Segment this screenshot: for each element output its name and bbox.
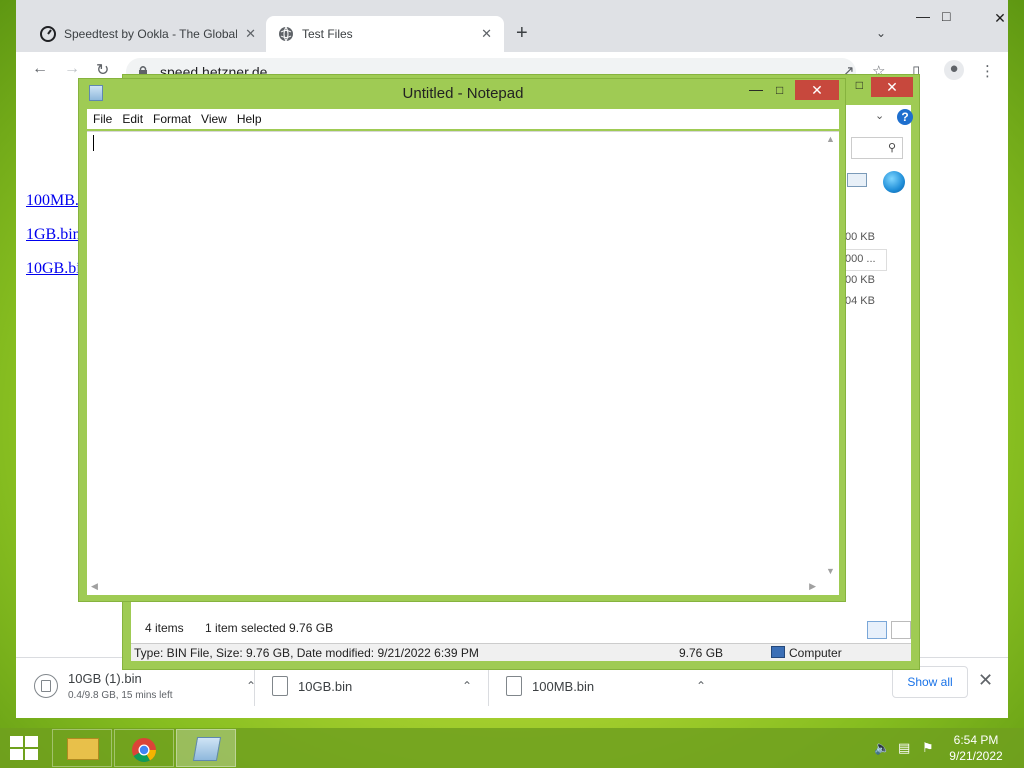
close-window-icon[interactable]: ✕ bbox=[980, 10, 1020, 27]
item-count: 4 items bbox=[145, 621, 184, 635]
chevron-up-icon[interactable]: ⌃ bbox=[462, 679, 472, 693]
vertical-scrollbar[interactable]: ▲ ▼ bbox=[822, 132, 839, 578]
menu-edit[interactable]: Edit bbox=[122, 112, 143, 126]
clock-date: 9/21/2022 bbox=[949, 749, 1003, 763]
tab-title: Speedtest by Ookla - The Global Broadban… bbox=[64, 27, 238, 41]
menu-bar: File Edit Format View Help bbox=[87, 109, 839, 129]
volume-muted-icon[interactable]: 🔈 bbox=[874, 740, 890, 756]
details-bar: Type: BIN File, Size: 9.76 GB, Date modi… bbox=[131, 643, 911, 661]
computer-icon bbox=[771, 646, 785, 658]
search-input[interactable]: ⚲ bbox=[851, 137, 903, 159]
menu-view[interactable]: View bbox=[201, 112, 227, 126]
scroll-up-icon[interactable]: ▲ bbox=[826, 134, 835, 144]
scroll-right-icon[interactable]: ▶ bbox=[809, 581, 816, 592]
file-size: 000 ... bbox=[845, 253, 876, 265]
reload-icon[interactable]: ↻ bbox=[96, 60, 109, 80]
globe-icon bbox=[279, 26, 293, 42]
preview-pane-icon[interactable] bbox=[847, 173, 867, 187]
tab-test-files[interactable]: Test Files ✕ bbox=[266, 16, 504, 52]
speedtest-icon bbox=[40, 26, 56, 42]
clock-time: 6:54 PM bbox=[953, 733, 999, 747]
taskbar-notepad[interactable] bbox=[176, 729, 236, 767]
details-view-icon[interactable] bbox=[867, 621, 887, 639]
minimize-icon[interactable]: — bbox=[749, 81, 763, 97]
close-window-icon[interactable]: ✕ bbox=[871, 77, 913, 97]
back-icon[interactable]: ← bbox=[32, 60, 48, 78]
divider bbox=[254, 666, 255, 706]
download-name: 100MB.bin bbox=[532, 678, 595, 694]
horizontal-scrollbar[interactable]: ◀ ▶ bbox=[87, 578, 822, 595]
tab-strip: Speedtest by Ookla - The Global Broadban… bbox=[16, 0, 1008, 52]
minimize-icon[interactable]: — bbox=[916, 8, 930, 24]
notepad-window: Untitled - Notepad — □ ✕ File Edit Forma… bbox=[78, 78, 846, 602]
chevron-up-icon[interactable]: ⌃ bbox=[696, 679, 706, 693]
close-window-icon[interactable]: ✕ bbox=[795, 80, 839, 100]
scroll-down-icon[interactable]: ▼ bbox=[826, 566, 835, 576]
forward-icon[interactable]: → bbox=[64, 60, 80, 78]
help-icon[interactable]: ? bbox=[897, 109, 913, 125]
globe-icon[interactable] bbox=[883, 171, 905, 193]
download-name: 10GB (1).bin bbox=[68, 671, 142, 686]
tab-search-chevron-icon[interactable]: ⌄ bbox=[876, 26, 886, 40]
start-button-windows-icon[interactable] bbox=[10, 736, 38, 760]
new-tab-icon[interactable]: + bbox=[516, 22, 528, 45]
notepad-icon bbox=[192, 737, 222, 761]
tab-title: Test Files bbox=[302, 27, 353, 41]
chrome-icon bbox=[132, 738, 156, 763]
scroll-left-icon[interactable]: ◀ bbox=[91, 581, 98, 592]
chevron-down-icon[interactable]: ⌄ bbox=[875, 109, 884, 122]
profile-avatar-icon[interactable]: ● bbox=[944, 60, 964, 80]
clock[interactable]: 6:54 PM 9/21/2022 bbox=[940, 732, 1012, 764]
text-caret bbox=[93, 135, 94, 151]
taskbar-file-explorer[interactable] bbox=[52, 729, 112, 767]
download-name: 10GB.bin bbox=[298, 678, 353, 694]
file-details: Type: BIN File, Size: 9.76 GB, Date modi… bbox=[134, 646, 479, 660]
download-status: 0.4/9.8 GB, 15 mins left bbox=[68, 690, 173, 701]
close-tab-icon[interactable]: ✕ bbox=[481, 26, 492, 42]
close-tab-icon[interactable]: ✕ bbox=[245, 26, 256, 42]
maximize-icon[interactable]: □ bbox=[776, 83, 783, 97]
show-all-button[interactable]: Show all bbox=[892, 666, 968, 698]
file-icon bbox=[272, 676, 288, 696]
location-detail: Computer bbox=[789, 646, 842, 660]
download-progress-icon bbox=[34, 674, 58, 698]
window-title: Untitled - Notepad bbox=[402, 85, 524, 102]
selection-info: 1 item selected 9.76 GB bbox=[205, 621, 334, 635]
file-size: 04 KB bbox=[845, 295, 875, 307]
menu-file[interactable]: File bbox=[93, 112, 112, 126]
search-icon: ⚲ bbox=[887, 142, 896, 154]
status-bar: 4 items 1 item selected 9.76 GB bbox=[131, 615, 911, 641]
close-downloads-icon[interactable]: ✕ bbox=[978, 670, 993, 691]
menu-format[interactable]: Format bbox=[153, 112, 191, 126]
taskbar-chrome[interactable] bbox=[114, 729, 174, 767]
menu-help[interactable]: Help bbox=[237, 112, 262, 126]
tab-speedtest[interactable]: Speedtest by Ookla - The Global Broadban… bbox=[28, 16, 268, 52]
large-icons-view-icon[interactable] bbox=[891, 621, 911, 639]
link-1gb[interactable]: 1GB.bin bbox=[26, 226, 81, 244]
file-size: 00 KB bbox=[845, 274, 875, 286]
more-menu-icon[interactable]: ⋮ bbox=[980, 62, 995, 80]
action-center-icon[interactable]: ⚑ bbox=[922, 740, 934, 756]
taskbar: 🔈 ▤ ⚑ 6:54 PM 9/21/2022 bbox=[0, 728, 1024, 768]
file-explorer-icon bbox=[67, 738, 99, 760]
file-size: 00 KB bbox=[845, 231, 875, 243]
file-icon bbox=[506, 676, 522, 696]
file-size-detail: 9.76 GB bbox=[679, 646, 724, 660]
maximize-icon[interactable]: □ bbox=[942, 8, 950, 24]
network-icon[interactable]: ▤ bbox=[898, 740, 910, 756]
text-editor[interactable]: ▲ ▼ ◀ ▶ bbox=[87, 131, 839, 595]
maximize-icon[interactable]: □ bbox=[856, 78, 863, 92]
divider bbox=[488, 666, 489, 706]
